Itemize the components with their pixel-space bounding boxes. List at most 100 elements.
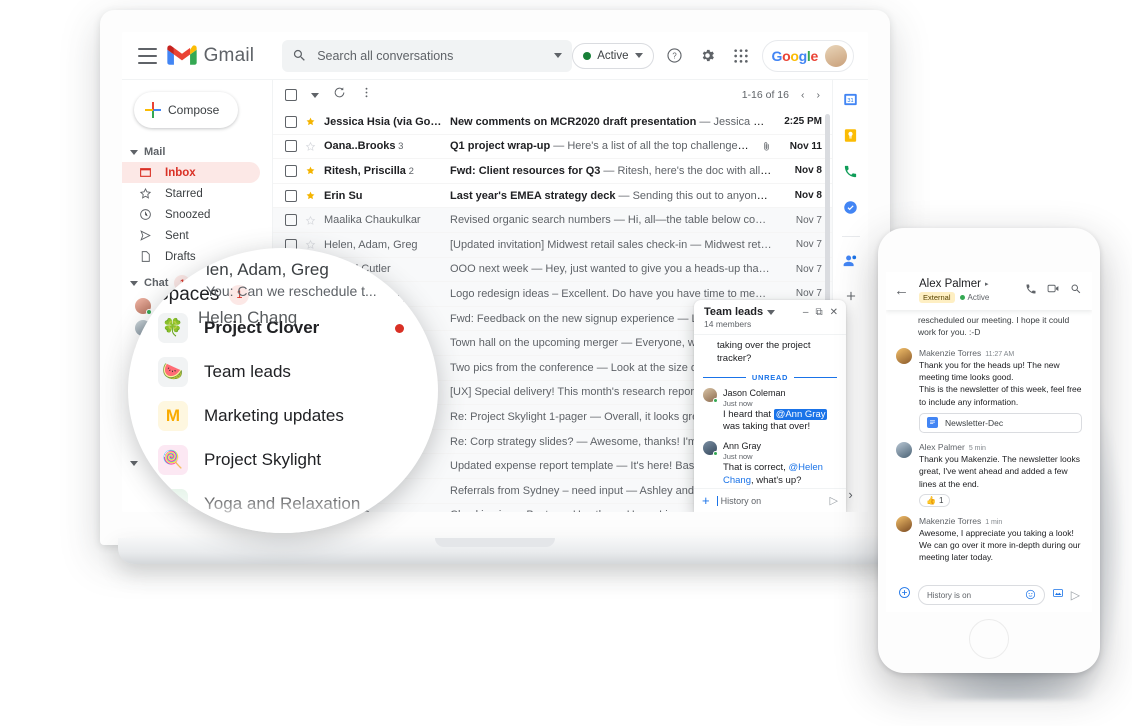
space-item-marketing-updates[interactable]: M Marketing updates xyxy=(128,394,438,438)
row-subject: OOO next week — Hey, just wanted to give… xyxy=(450,263,772,275)
search-input[interactable] xyxy=(317,48,545,63)
emoji-icon[interactable] xyxy=(1025,589,1036,602)
table-row[interactable]: Jessica Hsia (via Google. New comments on… xyxy=(273,110,832,135)
table-row[interactable]: Maalika Chaukulkar Revised organic search… xyxy=(273,208,832,233)
unread-label: UNREAD xyxy=(751,372,789,382)
presence-status: Active xyxy=(959,293,990,302)
phone-home-button[interactable] xyxy=(969,619,1009,659)
expand-icon[interactable]: ⧉ xyxy=(815,307,822,318)
phone-icon[interactable] xyxy=(1025,282,1037,300)
chat-popup-window: Team leads – ⧉ ✕ 14 members taking over … xyxy=(694,300,846,512)
star-icon[interactable] xyxy=(305,116,316,127)
avatar[interactable] xyxy=(825,44,847,67)
row-sender: Oana..Brooks 3 xyxy=(324,140,404,153)
search-icon[interactable] xyxy=(1070,282,1082,300)
refresh-icon[interactable] xyxy=(333,86,346,104)
select-chevron-down-icon[interactable] xyxy=(311,92,319,98)
sidebar-item-inbox[interactable]: Inbox xyxy=(122,162,260,183)
chat-popup-compose: + History on ▷ xyxy=(694,488,846,512)
search-icon xyxy=(294,49,305,61)
space-item-team-leads[interactable]: 🍉 Team leads xyxy=(128,350,438,394)
star-icon[interactable] xyxy=(305,215,316,226)
contact-expand-icon[interactable]: ▸ xyxy=(985,280,989,288)
contacts-icon[interactable] xyxy=(843,253,858,273)
expand-right-icon[interactable]: › xyxy=(848,487,852,502)
tasks-icon[interactable] xyxy=(843,200,858,220)
mention-chip[interactable]: @Ann Gray xyxy=(773,408,828,420)
star-icon[interactable] xyxy=(305,165,316,176)
status-badge[interactable]: Active xyxy=(572,42,654,69)
chat-preview-text: taking over the project tracker? xyxy=(717,340,811,364)
row-checkbox[interactable] xyxy=(285,214,297,227)
rail-divider xyxy=(841,236,860,237)
row-date: Nov 7 xyxy=(795,263,822,275)
space-label: Marketing updates xyxy=(204,406,344,425)
star-icon[interactable] xyxy=(305,141,316,152)
help-icon[interactable]: ? xyxy=(663,44,687,68)
video-camera-icon[interactable] xyxy=(1047,282,1060,300)
sidebar-item-snoozed[interactable]: Snoozed xyxy=(122,204,260,225)
image-icon[interactable] xyxy=(1052,586,1064,604)
row-checkbox[interactable] xyxy=(285,164,297,177)
space-item-project-skylight[interactable]: 🍭 Project Skylight xyxy=(128,438,438,482)
table-row[interactable]: Erin Su Last year's EMEA strategy deck — … xyxy=(273,183,832,209)
back-arrow-icon[interactable]: ← xyxy=(894,282,909,299)
send-icon[interactable]: ▷ xyxy=(1071,588,1080,602)
star-icon[interactable] xyxy=(305,239,316,250)
compose-button[interactable]: Compose xyxy=(134,92,238,128)
svg-text:31: 31 xyxy=(847,98,853,104)
reaction-chip[interactable]: 👍 1 xyxy=(919,493,951,507)
prev-page-icon[interactable]: ‹ xyxy=(801,89,805,101)
send-icon[interactable]: ▷ xyxy=(830,494,838,507)
row-sender: Jessica Hsia (via Google. xyxy=(324,115,442,128)
google-account-badge[interactable]: Google xyxy=(761,39,854,72)
table-row[interactable]: Oana..Brooks 3 Q1 project wrap-up — Here'… xyxy=(273,134,832,160)
more-vert-icon[interactable] xyxy=(360,86,373,104)
row-checkbox[interactable] xyxy=(285,115,297,128)
gear-icon[interactable] xyxy=(696,44,720,68)
main-menu-icon[interactable] xyxy=(138,47,157,64)
apps-grid-icon[interactable] xyxy=(729,44,753,68)
compose-label: Compose xyxy=(168,103,220,117)
compose-plus-icon xyxy=(145,102,161,118)
presence-label: Active xyxy=(967,293,990,302)
sidebar-item-sent[interactable]: Sent xyxy=(122,225,260,246)
phone-compose-input[interactable]: History is on xyxy=(918,585,1045,605)
phone-contact-name: Alex Palmer xyxy=(919,278,981,290)
unread-divider: UNREAD xyxy=(703,372,838,382)
calendar-icon[interactable]: 31 xyxy=(843,92,858,112)
sidebar-item-label: Sent xyxy=(165,229,189,242)
chat-compose-input[interactable]: History on xyxy=(716,495,823,506)
spaces-collapse-chevron-icon xyxy=(130,461,138,466)
next-page-icon[interactable]: › xyxy=(817,89,821,101)
avatar xyxy=(896,441,912,458)
chat-message-text: That is correct, @Helen Chang, what's up… xyxy=(723,462,823,487)
voice-icon[interactable] xyxy=(843,164,858,184)
keep-icon[interactable] xyxy=(843,128,858,148)
row-subject: [Updated invitation] Midwest retail sale… xyxy=(450,239,772,251)
magnified-ghost-row-snippet: You: Can we reschedule t... xyxy=(206,283,377,299)
sidebar-item-starred[interactable]: Starred xyxy=(122,183,260,204)
select-all-checkbox[interactable] xyxy=(285,89,297,101)
space-avatar-icon: 🍉 xyxy=(158,357,188,387)
row-checkbox[interactable] xyxy=(285,140,297,153)
attachment-card[interactable]: Newsletter-Dec xyxy=(919,412,1082,433)
list-pagination: 1-16 of 16 ‹ › xyxy=(742,89,820,101)
table-row[interactable]: Ritesh, Priscilla 2 Fwd: Client resources… xyxy=(273,159,832,184)
row-checkbox[interactable] xyxy=(285,189,297,202)
chat-popup-chevron-down-icon[interactable] xyxy=(767,309,776,315)
close-icon[interactable]: ✕ xyxy=(830,307,838,318)
gmail-logo[interactable]: Gmail xyxy=(166,44,255,67)
plus-icon[interactable]: + xyxy=(702,493,710,508)
gmail-wordmark: Gmail xyxy=(203,44,255,66)
plus-circle-icon[interactable] xyxy=(898,586,911,604)
search-bar[interactable] xyxy=(282,39,573,72)
phone-message: Makenzie Torres 1 min Awesome, I apprecia… xyxy=(896,515,1082,564)
sidebar-section-mail[interactable]: Mail xyxy=(122,142,272,162)
star-icon[interactable] xyxy=(305,190,316,201)
phone-compose-bar: History is on ▷ xyxy=(894,578,1084,612)
search-options-chevron-down-icon[interactable] xyxy=(554,53,563,58)
table-row[interactable]: Helen, Adam, Greg [Updated invitation] Mi… xyxy=(273,232,832,258)
status-chevron-down-icon[interactable] xyxy=(634,53,643,58)
minimize-icon[interactable]: – xyxy=(803,307,809,318)
